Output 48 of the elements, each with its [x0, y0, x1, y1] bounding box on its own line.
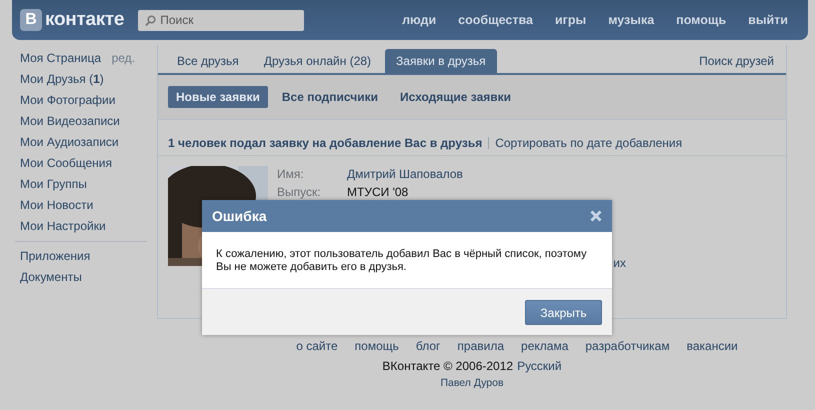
- subtab[interactable]: Исходящие заявки: [392, 86, 520, 108]
- footer-link[interactable]: блог: [416, 339, 440, 353]
- close-button[interactable]: Закрыть: [525, 300, 602, 324]
- footer-link[interactable]: помощь: [354, 339, 399, 353]
- footer-link[interactable]: разработчикам: [585, 339, 670, 353]
- sidebar-link[interactable]: Мои Видеозаписи: [15, 111, 157, 132]
- action-link[interactable]: их: [613, 256, 626, 270]
- sidebar-link[interactable]: Приложения: [15, 246, 157, 267]
- search-icon: [145, 14, 156, 26]
- tab[interactable]: Заявки в друзья: [385, 49, 497, 73]
- field-label: Имя:: [277, 166, 305, 182]
- nav-link[interactable]: музыка: [596, 13, 664, 27]
- nav-link[interactable]: игры: [542, 13, 596, 27]
- sidebar-link[interactable]: Мои Фотографии: [15, 90, 157, 111]
- sidebar-link[interactable]: Моя Страница: [15, 48, 102, 69]
- profile-link[interactable]: Дмитрий Шаповалов: [347, 166, 463, 182]
- subtab[interactable]: Все подписчики: [274, 86, 386, 108]
- footer-link[interactable]: вакансии: [686, 339, 738, 353]
- field-value: МТУСИ '08: [347, 184, 408, 200]
- close-icon[interactable]: [590, 210, 602, 222]
- sidebar-link[interactable]: Мои Друзья (1): [15, 69, 157, 90]
- sidebar-link[interactable]: Мои Настройки: [15, 216, 157, 237]
- nav-link[interactable]: люди: [390, 13, 446, 27]
- sidebar-link[interactable]: Мои Новости: [15, 195, 157, 216]
- footer-link[interactable]: о сайте: [296, 339, 338, 353]
- nav-link[interactable]: сообщества: [446, 13, 543, 27]
- footer-link[interactable]: реклама: [521, 339, 568, 353]
- sidebar-link[interactable]: Документы: [15, 267, 157, 288]
- search-field[interactable]: Поиск: [138, 10, 304, 30]
- nav-link[interactable]: помощь: [664, 13, 736, 27]
- find-friends-link[interactable]: Поиск друзей: [699, 49, 774, 73]
- logo-text[interactable]: контакте: [45, 9, 124, 31]
- sidebar-link[interactable]: Мои Аудиозаписи: [15, 132, 157, 153]
- footer-link[interactable]: правила: [457, 339, 504, 353]
- summary-title: 1 человек подал заявку на добавление Вас в друзья: [168, 136, 482, 150]
- dialog-title: Ошибка: [212, 208, 267, 224]
- author-link[interactable]: Павел Дуров: [440, 377, 504, 389]
- nav-link[interactable]: выйти: [736, 13, 798, 27]
- sort-link[interactable]: Сортировать по дате добавления: [495, 136, 682, 150]
- tab[interactable]: Друзья онлайн (28): [252, 49, 382, 73]
- tab[interactable]: Все друзья: [166, 49, 250, 73]
- copyright-text: ВКонтакте © 2006-2012: [382, 359, 514, 373]
- dialog-message: К сожалению, этот пользователь добавил Вас в чёрный список, поэтому Вы не можете добавить его в друзья.: [216, 248, 588, 274]
- sidebar-link[interactable]: Мои Сообщения: [15, 153, 157, 174]
- sidebar-link[interactable]: Мои Группы: [15, 174, 157, 195]
- field-label: Выпуск:: [277, 184, 322, 200]
- language-link[interactable]: Русский: [517, 359, 562, 373]
- subtab[interactable]: Новые заявки: [168, 86, 268, 108]
